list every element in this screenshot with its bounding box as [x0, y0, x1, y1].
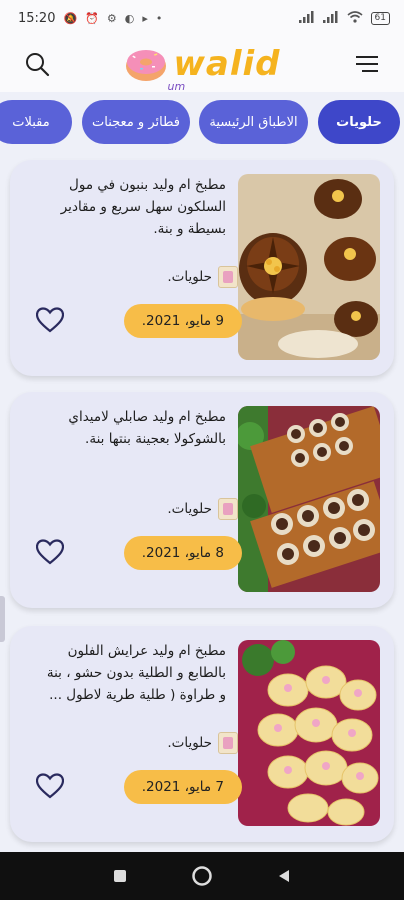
post-image[interactable]	[238, 174, 380, 360]
menu-button[interactable]	[352, 49, 382, 79]
category-icon	[218, 266, 238, 288]
home-icon[interactable]	[191, 865, 213, 887]
post-title[interactable]: مطبخ ام وليد بنبون في مول السلكون سهل سر…	[44, 174, 226, 240]
signal-icon	[298, 10, 315, 26]
favorite-icon[interactable]	[36, 773, 64, 799]
favorite-icon[interactable]	[36, 539, 64, 565]
post-date: 8 مايو، 2021.	[123, 536, 242, 570]
post-title[interactable]: مطبخ ام وليد صابلي لاميداي بالشوكولا بعج…	[44, 406, 226, 450]
settings-icon: ⚙	[106, 11, 117, 25]
logo-subtext: um	[167, 80, 186, 93]
post-card[interactable]: مطبخ ام وليد بنبون في مول السلكون سهل سر…	[10, 160, 394, 376]
post-category[interactable]: حلويات.	[167, 732, 238, 754]
tab-main-dishes[interactable]: الاطباق الرئيسية	[199, 100, 308, 144]
favorite-icon[interactable]	[36, 307, 64, 333]
post-image[interactable]	[238, 640, 380, 826]
wifi-icon	[347, 10, 363, 26]
app-header: walid um	[0, 36, 404, 93]
post-category[interactable]: حلويات.	[167, 498, 238, 520]
post-title[interactable]: مطبخ ام وليد عرايش الفلون بالطابع و الطل…	[44, 640, 226, 706]
hamburger-icon	[356, 56, 378, 72]
logo-text: walid	[173, 44, 281, 84]
back-icon[interactable]	[276, 868, 292, 884]
category-tabs: حلويات الاطباق الرئيسية فطائر و معجنات م…	[0, 100, 404, 146]
post-card[interactable]: مطبخ ام وليد عرايش الفلون بالطابع و الطل…	[10, 626, 394, 842]
post-image[interactable]	[238, 406, 380, 592]
mute-icon: 🔕	[63, 11, 78, 25]
category-icon	[218, 732, 238, 754]
tab-sweets[interactable]: حلويات	[318, 100, 400, 144]
battery-icon: 61	[370, 11, 390, 25]
app-logo: walid um	[124, 44, 281, 93]
tab-appetizers[interactable]: مقبلات	[0, 100, 72, 144]
recents-icon[interactable]	[112, 868, 128, 884]
post-date: 7 مايو، 2021.	[123, 770, 242, 804]
post-category-label: حلويات.	[167, 269, 212, 285]
alarm-icon: ⏰	[85, 11, 99, 25]
category-icon	[218, 498, 238, 520]
signal-icon-2	[322, 10, 339, 26]
play-icon: ▸	[142, 11, 148, 25]
tab-pastries[interactable]: فطائر و معجنات	[82, 100, 190, 144]
search-button[interactable]	[22, 49, 52, 79]
post-category-label: حلويات.	[167, 501, 212, 517]
search-icon	[26, 53, 50, 77]
data-saver-icon: ◐	[124, 11, 135, 25]
post-card[interactable]: مطبخ ام وليد صابلي لاميداي بالشوكولا بعج…	[10, 392, 394, 608]
post-category[interactable]: حلويات.	[167, 266, 238, 288]
donut-icon	[125, 50, 166, 81]
status-time: 15:20	[18, 10, 56, 26]
status-bar: 15:20 🔕 ⏰ ⚙ ◐ ▸ • 61	[0, 0, 404, 36]
dot-icon: •	[155, 11, 163, 25]
post-category-label: حلويات.	[167, 735, 212, 751]
post-date: 9 مايو، 2021.	[123, 304, 242, 338]
scroll-handle[interactable]	[0, 596, 5, 642]
system-nav-bar	[0, 852, 404, 900]
